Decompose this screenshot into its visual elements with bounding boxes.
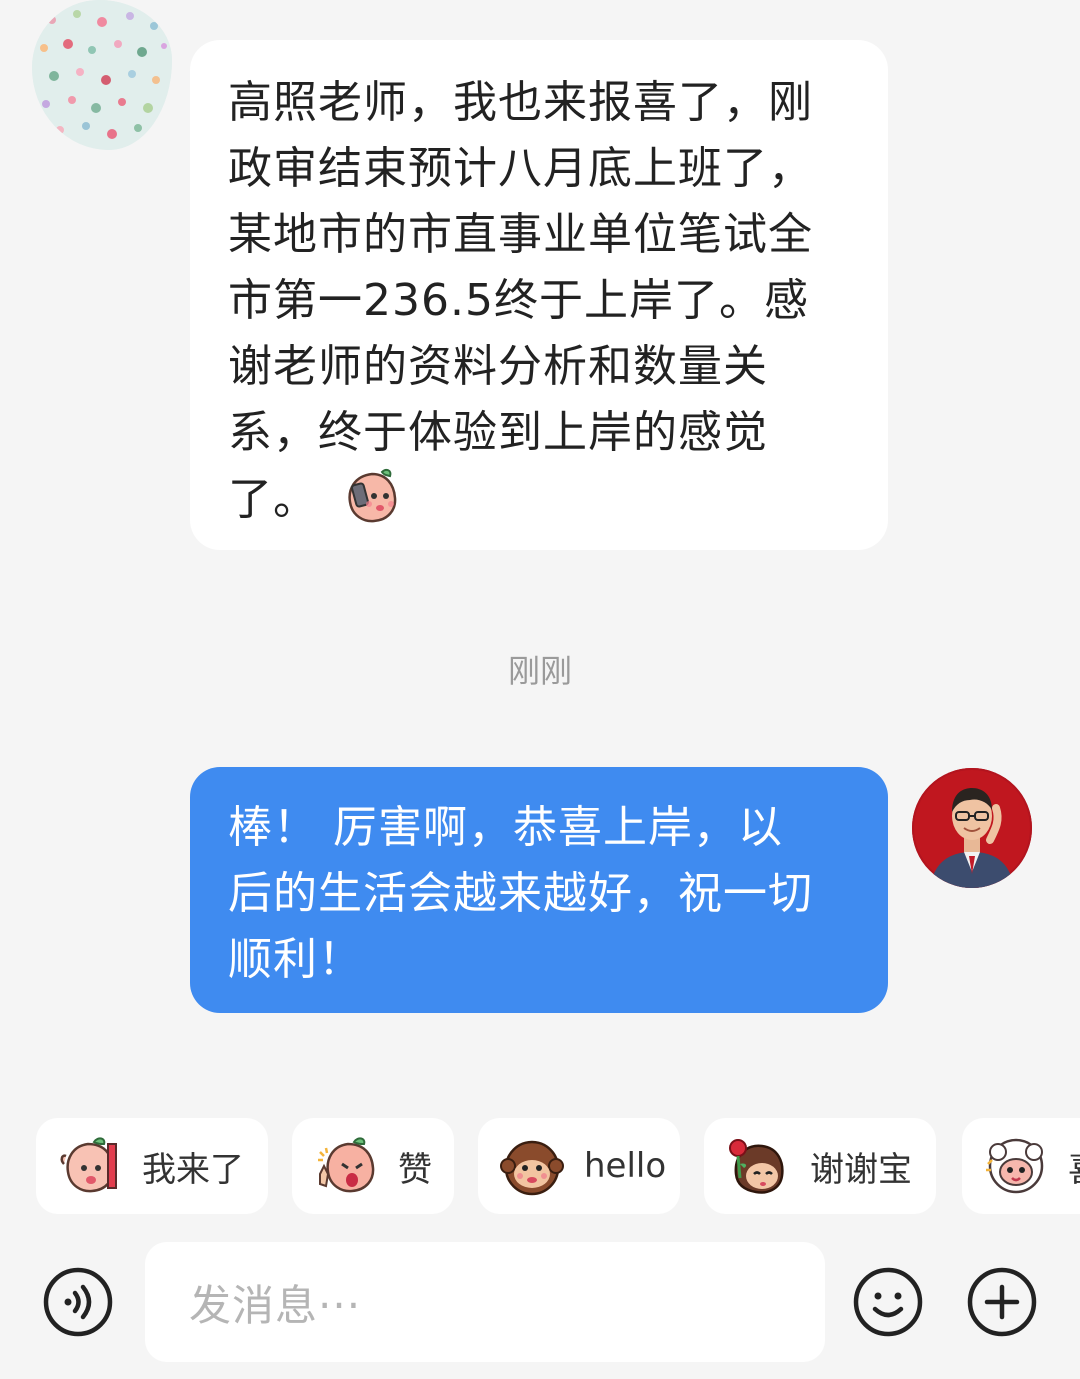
quick-reply-chip[interactable]: 喜 xyxy=(962,1118,1080,1214)
sent-message-text: 棒！ 厉害啊，恭喜上岸，以 后的生活会越来越好，祝一切 顺利！ xyxy=(228,802,813,985)
received-message-bubble[interactable]: 高照老师，我也来报喜了，刚 政审结束预计八月底上班了， 某地市的市直事业单位笔试… xyxy=(190,40,888,550)
received-message-text: 高照老师，我也来报喜了，刚 政审结束预计八月底上班了， 某地市的市直事业单位笔试… xyxy=(228,77,813,526)
emoji-button[interactable] xyxy=(853,1267,923,1337)
quick-reply-chip[interactable]: 赞 xyxy=(292,1118,454,1214)
quick-reply-bar: 我来了 赞 hello 谢谢宝 xyxy=(0,1118,1080,1214)
message-input[interactable]: 发消息··· xyxy=(145,1242,825,1362)
quick-reply-label: 喜 xyxy=(1068,1142,1080,1191)
user-avatar[interactable] xyxy=(912,768,1032,888)
input-row: 发消息··· xyxy=(0,1242,1080,1362)
peach-phone-sticker-icon xyxy=(342,466,402,526)
message-timestamp: 刚刚 xyxy=(507,652,572,690)
peach-wave-sticker-icon xyxy=(58,1134,122,1198)
quick-reply-label: 谢谢宝 xyxy=(810,1149,912,1190)
rose-girl-sticker-icon xyxy=(726,1134,790,1198)
composer-panel: 我来了 赞 hello 谢谢宝 发消息··· xyxy=(0,1082,1080,1379)
monkey-sticker-icon xyxy=(500,1134,564,1198)
sheep-sticker-icon xyxy=(984,1134,1048,1198)
peach-thumbs-sticker-icon xyxy=(314,1134,378,1198)
contact-avatar[interactable] xyxy=(32,0,172,150)
more-button[interactable] xyxy=(967,1267,1037,1337)
quick-reply-label: hello xyxy=(584,1146,667,1186)
smiley-icon xyxy=(853,1267,923,1337)
voice-icon xyxy=(43,1267,113,1337)
quick-reply-chip[interactable]: 谢谢宝 xyxy=(704,1118,936,1214)
quick-reply-chip[interactable]: 我来了 xyxy=(36,1118,268,1214)
quick-reply-label: 我来了 xyxy=(142,1149,244,1190)
sent-message-bubble[interactable]: 棒！ 厉害啊，恭喜上岸，以 后的生活会越来越好，祝一切 顺利！ xyxy=(190,767,888,1013)
plus-icon xyxy=(967,1267,1037,1337)
quick-reply-chip[interactable]: hello xyxy=(478,1118,680,1214)
quick-reply-label: 赞 xyxy=(398,1149,432,1190)
voice-button[interactable] xyxy=(43,1267,113,1337)
